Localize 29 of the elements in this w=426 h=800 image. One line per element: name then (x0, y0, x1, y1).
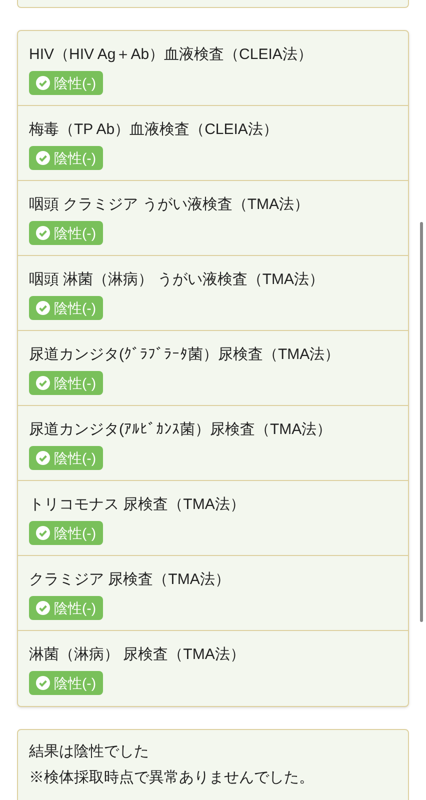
result-badge: 陰性(-) (29, 221, 103, 245)
check-circle-icon (36, 451, 50, 465)
test-name: 淋菌（淋病） 尿検査（TMA法） (29, 645, 245, 665)
check-circle-icon (36, 676, 50, 690)
check-circle-icon (36, 301, 50, 315)
check-circle-icon (36, 601, 50, 615)
summary-text: ※検体採取時点で異常ありませんでした。 (29, 768, 315, 788)
test-name: トリコモナス 尿検査（TMA法） (29, 495, 245, 515)
test-name: 梅毒（TP Ab）血液検査（CLEIA法） (29, 120, 278, 140)
test-name: 尿道カンジタ(ｸﾞﾗﾌﾞﾗｰﾀ菌）尿検査（TMA法） (29, 345, 340, 365)
test-name: 尿道カンジタ(ｱﾙﾋﾞｶﾝｽ菌）尿検査（TMA法） (29, 420, 332, 440)
check-circle-icon (36, 526, 50, 540)
result-badge: 陰性(-) (29, 521, 103, 545)
result-badge: 陰性(-) (29, 596, 103, 620)
result-badge: 陰性(-) (29, 446, 103, 470)
summary-text: 結果は陰性でした (29, 742, 150, 762)
check-circle-icon (36, 151, 50, 165)
test-name: HIV（HIV Ag＋Ab）血液検査（CLEIA法） (29, 45, 312, 65)
result-badge: 陰性(-) (29, 71, 103, 95)
result-badge: 陰性(-) (29, 146, 103, 170)
result-badge: 陰性(-) (29, 296, 103, 320)
test-name: クラミジア 尿検査（TMA法） (29, 570, 230, 590)
test-name: 咽頭 クラミジア うがい液検査（TMA法） (29, 195, 309, 215)
result-badge: 陰性(-) (29, 671, 103, 695)
test-name: 咽頭 淋菌（淋病） うがい液検査（TMA法） (29, 270, 324, 290)
check-circle-icon (36, 226, 50, 240)
check-circle-icon (36, 76, 50, 90)
check-circle-icon (36, 376, 50, 390)
result-badge: 陰性(-) (29, 371, 103, 395)
